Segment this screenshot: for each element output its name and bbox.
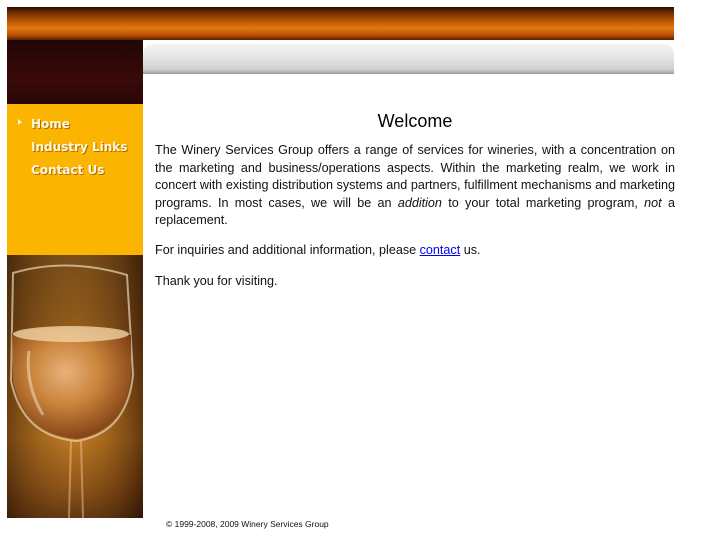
intro-text-2: to your total marketing program, <box>441 195 645 210</box>
inquiry-paragraph: For inquiries and additional information… <box>155 242 675 259</box>
wine-glass-image <box>7 255 143 518</box>
intro-paragraph: The Winery Services Group offers a range… <box>155 142 675 229</box>
sidebar-header-block <box>7 40 143 104</box>
copyright-footer: © 1999-2008, 2009 Winery Services Group <box>166 519 329 529</box>
page-title: Welcome <box>377 111 453 131</box>
inquiry-text-2: us. <box>460 243 481 258</box>
nav-item-contact-us[interactable]: Contact Us <box>31 163 104 177</box>
intro-emphasis-not: not <box>644 195 662 210</box>
main-content: Welcome The Winery Services Group offers… <box>155 111 675 303</box>
nav-bullet-icon <box>18 119 22 125</box>
nav-item-home[interactable]: Home <box>31 117 70 131</box>
header-banner <box>7 7 674 40</box>
content-tab-bar <box>143 44 674 74</box>
nav-item-industry-links[interactable]: Industry Links <box>31 140 127 154</box>
intro-emphasis-addition: addition <box>397 195 442 210</box>
sidebar-nav <box>7 104 143 255</box>
inquiry-text-1: For inquiries and additional information… <box>155 243 420 258</box>
contact-link[interactable]: contact <box>420 243 461 257</box>
thanks-paragraph: Thank you for visiting. <box>155 273 278 288</box>
